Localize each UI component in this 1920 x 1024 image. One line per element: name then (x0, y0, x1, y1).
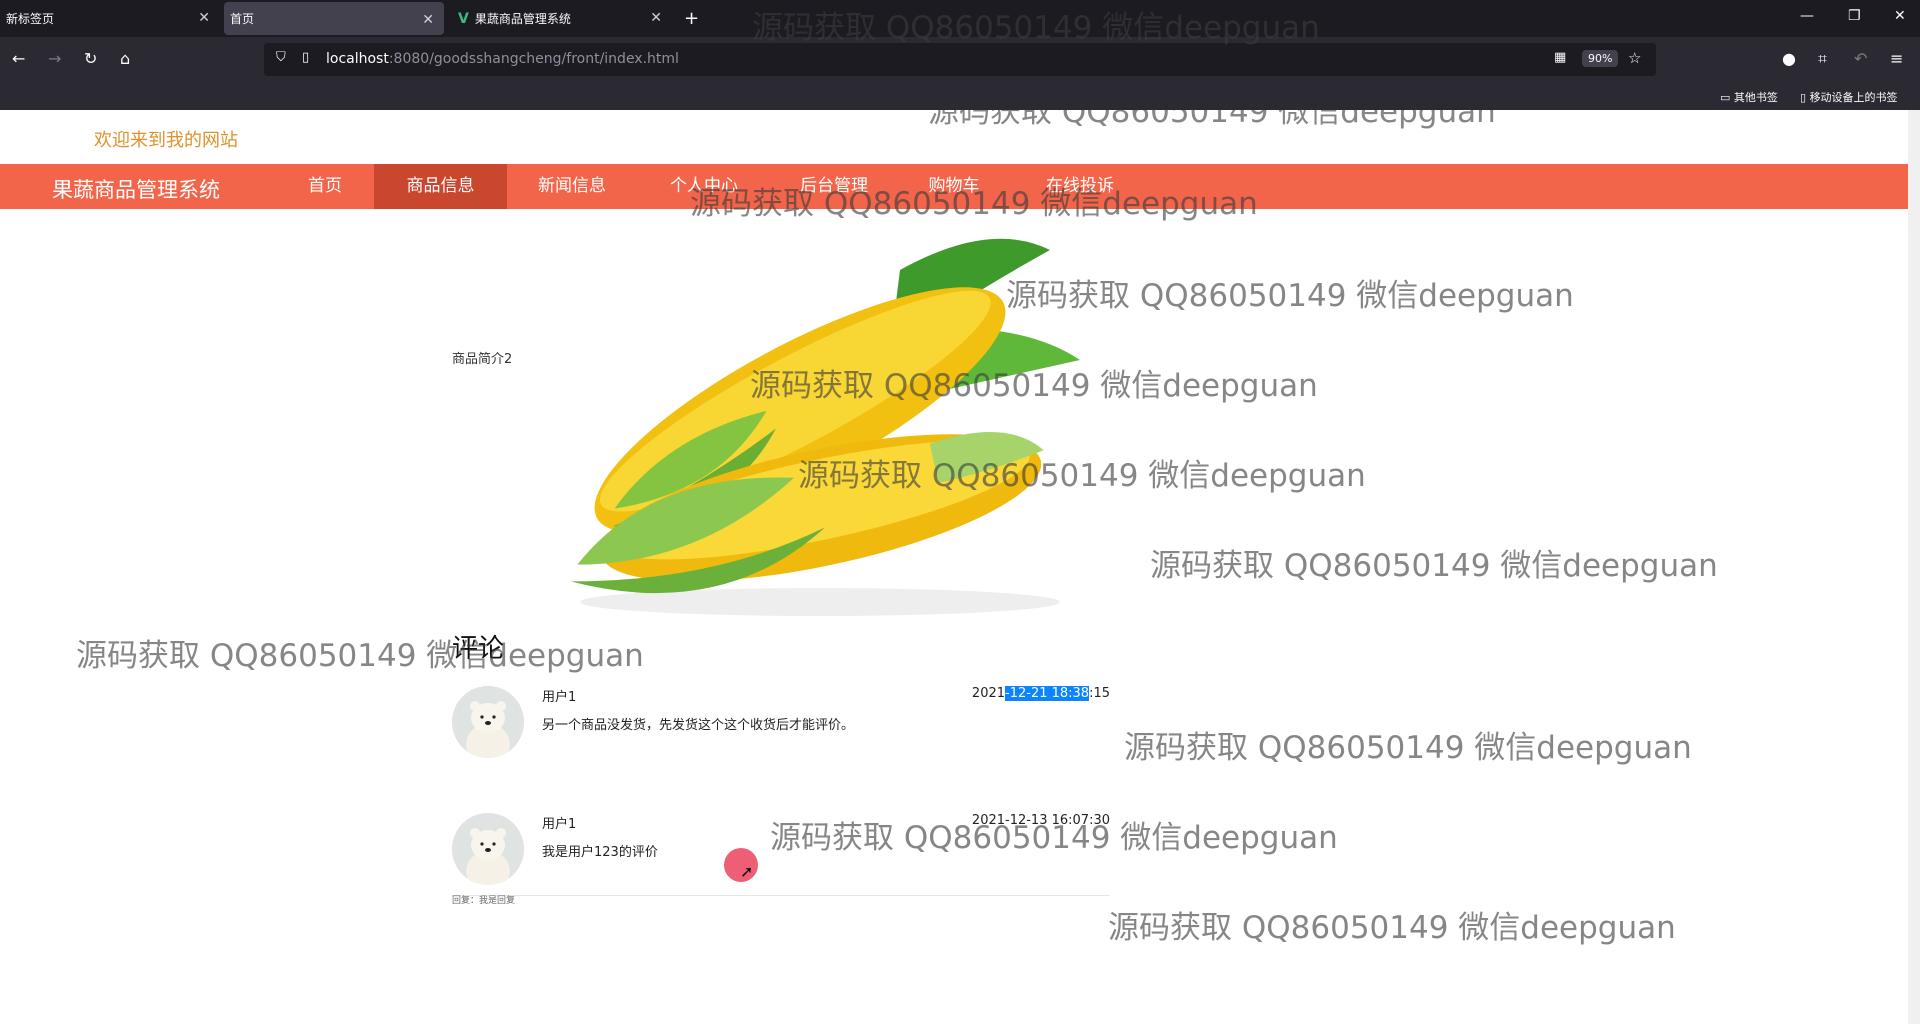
shield-icon[interactable]: ⛉ (276, 50, 286, 65)
tab-home[interactable]: 首页 ✕ (224, 2, 444, 35)
close-icon[interactable]: ✕ (650, 10, 662, 26)
comment-user: 用户1 (542, 817, 577, 832)
watermark: 源码获取 QQ86050149 微信deepguan (752, 10, 1320, 46)
crop-icon[interactable]: ⌗ (1818, 49, 1827, 69)
close-window-icon[interactable]: ✕ (1894, 8, 1906, 24)
product-intro: 商品简介2 (452, 352, 513, 367)
mouse-pointer-icon: ➚ (740, 862, 754, 881)
back-icon[interactable]: ← (12, 49, 25, 68)
new-tab-plus-icon[interactable]: + (684, 8, 699, 29)
welcome-text: 欢迎来到我的网站 (94, 130, 238, 151)
menu-icon[interactable]: ≡ (1890, 49, 1903, 68)
watermark: 源码获取 QQ86050149 微信deepguan (770, 820, 1338, 856)
page-scrollbar[interactable] (1908, 110, 1920, 1024)
watermark: 源码获取 QQ86050149 微信deepguan (76, 638, 644, 674)
bookmark-folder-mobile[interactable]: ▯ 移动设备上的书签 (1800, 89, 1898, 105)
bookmark-folder-other[interactable]: ▭ 其他书签 (1720, 89, 1778, 105)
corn-image (570, 238, 1080, 616)
watermark: 源码获取 QQ86050149 微信deepguan (1006, 278, 1574, 314)
qr-code-icon[interactable]: ▦ (1554, 50, 1566, 65)
home-icon[interactable]: ⌂ (120, 49, 130, 68)
zoom-badge[interactable]: 90% (1582, 50, 1619, 67)
extension-icon[interactable]: ● (1782, 49, 1796, 68)
comment-text: 我是用户123的评价 (542, 845, 658, 860)
comment-item: 用户1 另一个商品没发货，先发货这个这个收货后才能评价。 2021-12-21 … (452, 686, 1110, 766)
bookmark-star-icon[interactable]: ☆ (1628, 49, 1641, 67)
page-content: 欢迎来到我的网站 果蔬商品管理系统 首页 商品信息 新闻信息 个人中心 后台管理… (0, 110, 1908, 1024)
tab-label: 果蔬商品管理系统 (474, 12, 571, 26)
address-bar[interactable]: ⛉ ▯ localhost:8080/goodsshangcheng/front… (264, 43, 1656, 76)
watermark: 源码获取 QQ86050149 微信deepguan (750, 368, 1318, 404)
bear-avatar-icon (452, 686, 524, 758)
tab-fruit-system[interactable]: V 果蔬商品管理系统 ✕ (452, 0, 672, 37)
watermark: 源码获取 QQ86050149 微信deepguan (1108, 910, 1676, 946)
page-icon: ▯ (302, 50, 310, 65)
tab-label: 新标签页 (6, 12, 55, 26)
site-brand: 果蔬商品管理系统 (52, 178, 220, 202)
nav-goods[interactable]: 商品信息 (374, 164, 507, 209)
close-icon[interactable]: ✕ (422, 12, 434, 28)
restore-icon[interactable]: ❐ (1848, 8, 1861, 24)
reload-icon[interactable]: ↻ (84, 49, 97, 68)
close-icon[interactable]: ✕ (198, 10, 210, 26)
text-selection: -12-21 18:38 (1005, 686, 1090, 701)
forward-icon[interactable]: → (48, 49, 61, 68)
minimize-icon[interactable]: — (1800, 8, 1814, 24)
bear-avatar-icon (452, 813, 524, 885)
watermark: 源码获取 QQ86050149 微信deepguan (798, 458, 1366, 494)
comment-reply: 回复：我是回复 (452, 896, 516, 906)
tab-new-tab[interactable]: 新标签页 ✕ (0, 0, 220, 37)
comment-text: 另一个商品没发货，先发货这个这个收货后才能评价。 (542, 718, 855, 733)
avatar (452, 686, 524, 758)
nav-home[interactable]: 首页 (280, 164, 370, 209)
watermark: 源码获取 QQ86050149 微信deepguan (690, 186, 1258, 222)
bookmarks-bar: ▭ 其他书签 ▯ 移动设备上的书签 (0, 83, 1920, 110)
comment-user: 用户1 (542, 690, 577, 705)
vue-logo-icon: V (458, 10, 469, 27)
watermark: 源码获取 QQ86050149 微信deepguan (1150, 548, 1718, 584)
comment-time: 2021-12-21 18:38:15 (971, 686, 1110, 701)
watermark: 源码获取 QQ86050149 微信deepguan (928, 110, 1496, 130)
undo-icon[interactable]: ↶ (1854, 49, 1867, 68)
watermark: 源码获取 QQ86050149 微信deepguan (1124, 730, 1692, 766)
tab-label: 首页 (230, 12, 255, 26)
url-text[interactable]: localhost:8080/goodsshangcheng/front/ind… (326, 51, 679, 67)
avatar (452, 813, 524, 885)
nav-news[interactable]: 新闻信息 (508, 164, 636, 209)
